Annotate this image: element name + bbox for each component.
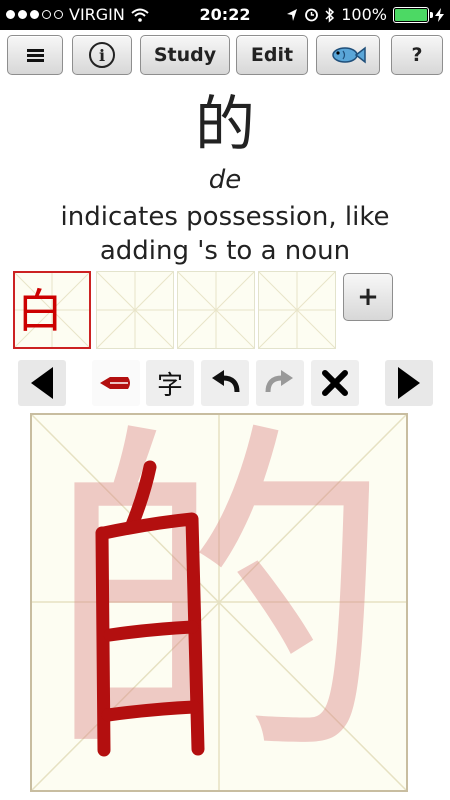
status-right: 100% — [286, 5, 444, 24]
info-icon: i — [89, 42, 115, 68]
undo-button[interactable] — [201, 360, 249, 406]
fish-button[interactable] — [316, 35, 380, 75]
edit-button[interactable]: Edit — [236, 35, 308, 75]
thumbnail-1[interactable]: 白 — [13, 271, 91, 349]
toolbar: i Study Edit ? — [7, 35, 443, 75]
triangle-left-icon — [31, 367, 53, 399]
battery-icon — [393, 6, 433, 23]
charging-icon — [435, 7, 444, 22]
pen-tool-button[interactable] — [92, 360, 140, 406]
location-icon — [287, 8, 298, 21]
thumbnail-char: 白 — [17, 284, 63, 338]
bluetooth-icon — [325, 6, 335, 23]
drawing-canvas[interactable]: 的 — [30, 413, 408, 792]
character-pinyin: de — [208, 165, 242, 195]
character-hanzi: 的 — [195, 90, 255, 160]
triangle-right-icon — [398, 367, 420, 399]
add-thumbnail-button[interactable]: + — [343, 273, 393, 321]
menu-button[interactable] — [7, 35, 63, 75]
clear-button[interactable] — [311, 360, 359, 406]
char-mode-button[interactable]: 字 — [146, 360, 194, 406]
user-strokes — [95, 460, 205, 757]
undo-icon — [212, 370, 240, 393]
brush-pen-icon — [100, 377, 130, 389]
fish-icon — [332, 46, 366, 64]
redo-button[interactable] — [256, 360, 304, 406]
thumbnail-4[interactable] — [258, 271, 336, 349]
thumbnail-2[interactable] — [96, 271, 174, 349]
hamburger-icon — [26, 47, 44, 64]
x-icon — [322, 370, 348, 396]
redo-icon — [265, 370, 293, 393]
prev-button[interactable] — [18, 360, 66, 406]
help-button[interactable]: ? — [391, 35, 443, 75]
battery-percent: 100% — [341, 5, 387, 24]
thumbnail-3[interactable] — [177, 271, 255, 349]
status-bar: VIRGIN 20:22 100% — [0, 0, 450, 30]
alarm-icon — [305, 8, 319, 22]
info-button[interactable]: i — [72, 35, 132, 75]
study-button[interactable]: Study — [140, 35, 230, 75]
character-definition: indicates possession, like adding 's to … — [60, 202, 390, 266]
next-button[interactable] — [385, 360, 433, 406]
